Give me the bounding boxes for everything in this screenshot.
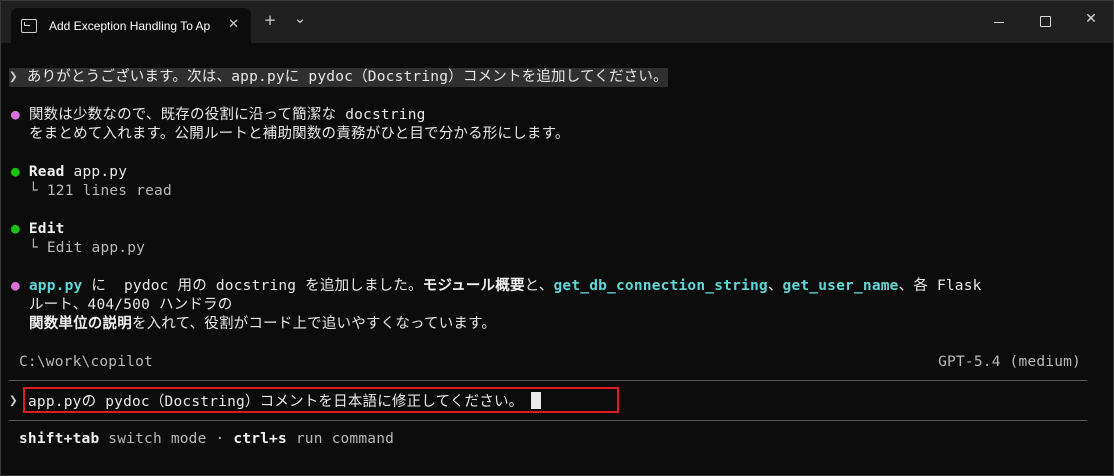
bullet-icon: ● [11, 164, 20, 180]
tab-close-icon[interactable]: ✕ [228, 17, 239, 32]
assistant-note-line2: をまとめて入れます。公開ルートと補助関数の責務がひと目で分かる形にします。 [29, 126, 570, 142]
close-window-button[interactable]: ✕ [1076, 11, 1106, 31]
tab-active[interactable]: Add Exception Handling To Ap ✕ [11, 8, 251, 43]
keyboard-hints: shift+tab switch mode · ctrl+s run comma… [19, 431, 395, 447]
prompt-caret-icon: ❯ [9, 69, 18, 85]
tab-title: Add Exception Handling To Ap [49, 18, 211, 33]
new-tab-button[interactable]: + [258, 11, 282, 29]
step-edit-detail: └ Edit app.py [29, 240, 146, 256]
bullet-icon: ● [11, 107, 20, 123]
terminal-output[interactable]: ❯ ありがとうございます。次は、app.pyに pydoc（Docstring）… [1, 43, 1113, 475]
summary-line3: 関数単位の説明を入れて、役割がコード上で追いやすくなっています。 [29, 316, 497, 332]
chevron-down-icon[interactable]: ⌄ [288, 9, 312, 27]
summary-line1: ● app.py に pydoc 用の docstring を追加しました。モジ… [11, 278, 982, 294]
user-message: ❯ ありがとうございます。次は、app.pyに pydoc（Docstring）… [9, 68, 668, 87]
step-read: ● Read app.py [11, 164, 128, 180]
step-read-detail: └ 121 lines read [29, 183, 172, 199]
title-bar: Add Exception Handling To Ap ✕ + ⌄ ✕ [1, 1, 1113, 43]
assistant-note: ● 関数は少数なので、既存の役割に沿って簡潔な docstring [11, 107, 426, 123]
terminal-icon [21, 18, 37, 33]
maximize-icon [1039, 16, 1051, 27]
bullet-icon: ● [11, 278, 20, 294]
model-indicator[interactable]: GPT-5.4 (medium) [938, 353, 1081, 372]
terminal-window: Add Exception Handling To Ap ✕ + ⌄ ✕ ❯ あ… [0, 0, 1114, 476]
summary-line2: ルート、404/500 ハンドラの [29, 297, 233, 313]
maximize-button[interactable] [1030, 11, 1060, 31]
input-prompt-caret-icon: ❯ [9, 393, 18, 409]
minimize-icon [994, 22, 1004, 23]
minimize-button[interactable] [984, 11, 1014, 31]
step-edit: ● Edit [11, 221, 65, 237]
prompt-input[interactable]: app.pyの pydoc（Docstring）コメントを日本語に修正してくださ… [28, 392, 542, 412]
divider-bottom [9, 420, 1087, 421]
divider-top [9, 380, 1087, 381]
text-cursor [531, 392, 542, 409]
current-directory: C:\work\copilot [19, 354, 153, 370]
bullet-icon: ● [11, 221, 20, 237]
